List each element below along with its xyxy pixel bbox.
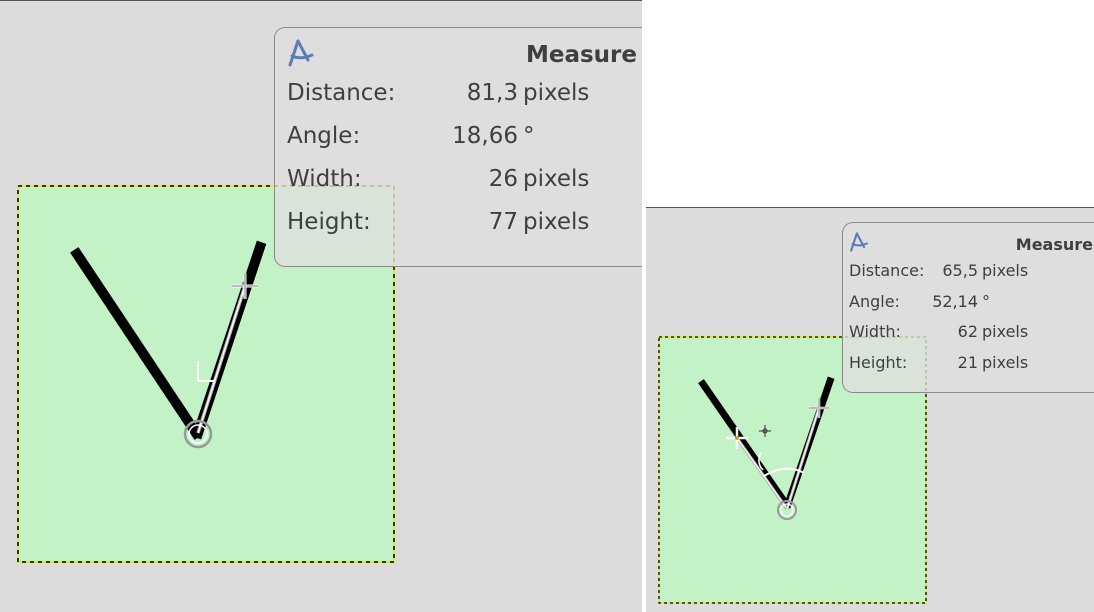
height-value: 21 bbox=[957, 352, 978, 372]
width-unit: pixels bbox=[982, 322, 1029, 341]
height-value: 77 bbox=[488, 209, 518, 235]
height-label: Height: bbox=[849, 352, 908, 372]
width-label: Width: bbox=[849, 322, 901, 341]
distance-unit: pixels bbox=[523, 80, 590, 106]
tooltip-title: Measure bbox=[1015, 235, 1093, 254]
right-screenshot: Measure Distance: 65,5 pixels Angle: 52,… bbox=[646, 207, 1094, 612]
distance-unit: pixels bbox=[982, 261, 1029, 280]
measure-compass-icon bbox=[850, 232, 868, 252]
distance-label: Distance: bbox=[849, 261, 925, 280]
height-label: Height: bbox=[287, 209, 371, 235]
angle-value: 18,66 bbox=[452, 123, 518, 149]
width-row: Width: 62 pixels bbox=[843, 322, 1094, 353]
width-unit: pixels bbox=[523, 166, 590, 192]
left-screenshot: Measure Distance: 81,3 pixels Angle: 18,… bbox=[0, 0, 642, 612]
distance-label: Distance: bbox=[287, 80, 396, 106]
width-row: Width: 26 pixels bbox=[275, 166, 642, 209]
measure-compass-icon bbox=[288, 39, 314, 67]
distance-row: Distance: 81,3 pixels bbox=[275, 80, 642, 123]
image-canvas-left[interactable]: Measure Distance: 81,3 pixels Angle: 18,… bbox=[0, 1, 642, 612]
height-row: Height: 77 pixels bbox=[275, 209, 642, 252]
tooltip-header: Measure bbox=[843, 223, 1094, 261]
height-row: Height: 21 pixels bbox=[843, 353, 1094, 384]
angle-value: 52,14 bbox=[932, 291, 978, 311]
width-value: 26 bbox=[488, 166, 518, 192]
angle-row: Angle: 52,14 ° bbox=[843, 292, 1094, 323]
angle-unit: ° bbox=[982, 291, 990, 311]
angle-label: Angle: bbox=[849, 291, 900, 311]
tooltip-header: Measure bbox=[275, 28, 642, 80]
width-label: Width: bbox=[287, 166, 362, 192]
crosshair-center bbox=[735, 436, 739, 440]
angle-row: Angle: 18,66 ° bbox=[275, 123, 642, 166]
height-unit: pixels bbox=[523, 209, 590, 235]
distance-value: 81,3 bbox=[466, 80, 518, 106]
angle-label: Angle: bbox=[287, 123, 361, 149]
angle-unit: ° bbox=[523, 123, 535, 149]
distance-value: 65,5 bbox=[942, 261, 978, 280]
measure-tooltip-left: Measure Distance: 81,3 pixels Angle: 18,… bbox=[274, 27, 642, 267]
height-unit: pixels bbox=[982, 352, 1029, 372]
width-value: 62 bbox=[957, 322, 978, 341]
distance-row: Distance: 65,5 pixels bbox=[843, 261, 1094, 292]
image-canvas-right[interactable]: Measure Distance: 65,5 pixels Angle: 52,… bbox=[646, 208, 1094, 612]
measure-tooltip-right: Measure Distance: 65,5 pixels Angle: 52,… bbox=[842, 222, 1094, 393]
tooltip-title: Measure bbox=[525, 42, 637, 68]
